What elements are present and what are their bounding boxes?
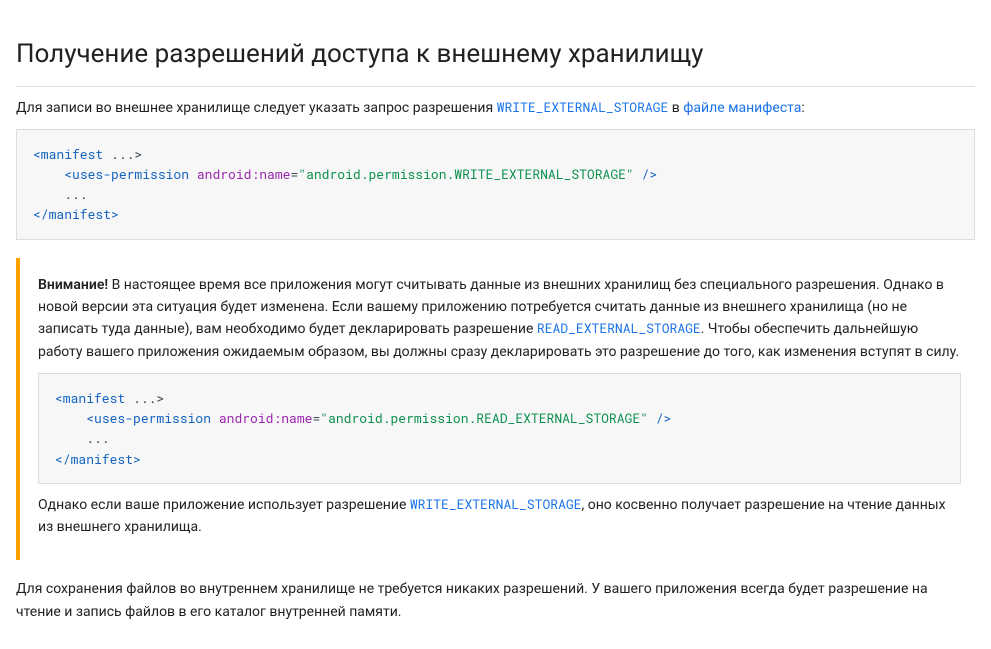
code-token: </manifest>: [33, 205, 119, 223]
code-token: <manifest: [55, 389, 133, 407]
code-token: android:name: [197, 165, 291, 183]
write-external-storage-code: WRITE_EXTERNAL_STORAGE: [410, 495, 582, 513]
page-heading: Получение разрешений доступа к внешнему …: [16, 34, 975, 87]
code-token: />: [648, 409, 671, 427]
intro-paragraph: Для записи во внешнее хранилище следует …: [16, 97, 975, 119]
intro-text: Для записи во внешнее хранилище следует …: [16, 100, 497, 116]
caution-text: Однако если ваше приложение использует р…: [38, 497, 410, 513]
code-token: android:name: [219, 409, 313, 427]
write-external-storage-link[interactable]: WRITE_EXTERNAL_STORAGE: [410, 497, 582, 513]
code-token: [55, 409, 86, 427]
code-token: ...: [33, 185, 88, 203]
code-block-read-permission: <manifest ...> <uses-permission android:…: [38, 373, 961, 484]
write-external-storage-code: WRITE_EXTERNAL_STORAGE: [497, 98, 669, 116]
code-token: ...: [55, 429, 110, 447]
code-token: <uses-permission: [64, 165, 197, 183]
code-token: <manifest: [33, 145, 111, 163]
read-external-storage-link[interactable]: READ_EXTERNAL_STORAGE: [537, 321, 701, 337]
code-token: <uses-permission: [86, 409, 219, 427]
intro-text: в: [668, 100, 683, 116]
caution-paragraph-1: Внимание! В настоящее время все приложен…: [38, 274, 961, 364]
outro-paragraph: Для сохранения файлов во внутреннем хран…: [16, 578, 975, 623]
code-block-write-permission: <manifest ...> <uses-permission android:…: [16, 129, 975, 240]
code-token: [33, 165, 64, 183]
code-token: ...>: [111, 145, 142, 163]
code-token: "android.permission.READ_EXTERNAL_STORAG…: [320, 409, 648, 427]
manifest-file-link[interactable]: файле манифеста: [683, 100, 801, 116]
caution-note: Внимание! В настоящее время все приложен…: [16, 258, 975, 561]
intro-text: :: [801, 100, 804, 116]
code-token: ...>: [133, 389, 164, 407]
caution-paragraph-2: Однако если ваше приложение использует р…: [38, 494, 961, 539]
read-external-storage-code: READ_EXTERNAL_STORAGE: [537, 319, 701, 337]
code-token: "android.permission.WRITE_EXTERNAL_STORA…: [298, 165, 633, 183]
write-external-storage-link[interactable]: WRITE_EXTERNAL_STORAGE: [497, 100, 669, 116]
caution-label: Внимание!: [38, 277, 108, 293]
code-token: />: [634, 165, 657, 183]
code-token: </manifest>: [55, 450, 141, 468]
